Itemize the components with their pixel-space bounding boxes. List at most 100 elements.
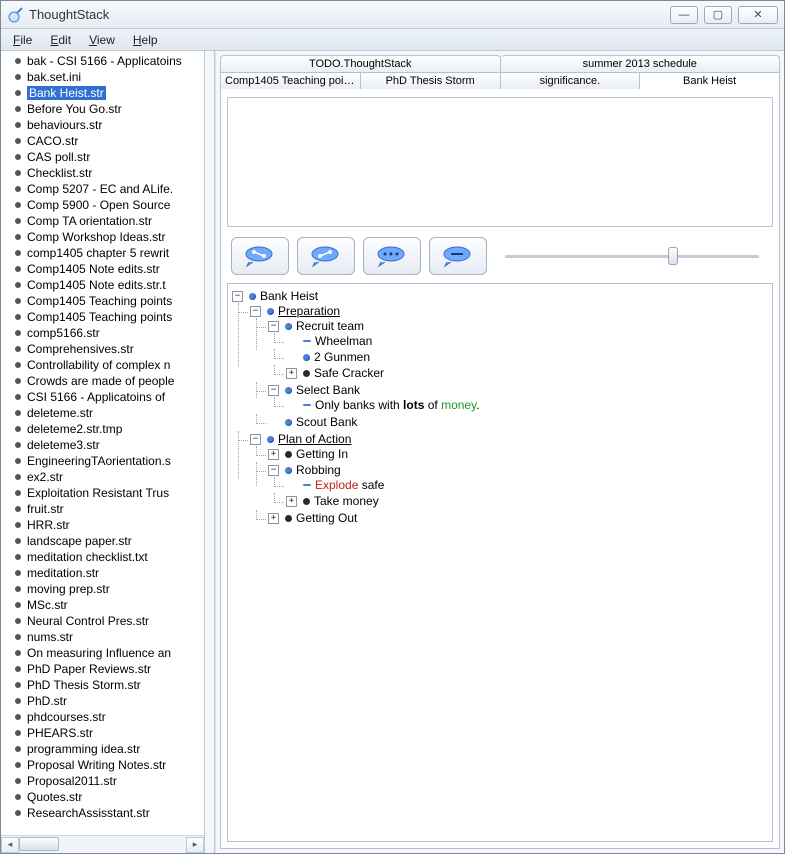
file-item[interactable]: nums.str xyxy=(5,629,204,645)
hscroll-thumb[interactable] xyxy=(19,837,59,851)
file-item[interactable]: deleteme3.str xyxy=(5,437,204,453)
file-item[interactable]: ResearchAssisstant.str xyxy=(5,805,204,821)
file-item[interactable]: Proposal Writing Notes.str xyxy=(5,757,204,773)
sidebar-hscroll[interactable]: ◂ ▸ xyxy=(1,835,204,853)
tab[interactable]: PhD Thesis Storm xyxy=(361,72,501,89)
more-button[interactable] xyxy=(363,237,421,275)
file-item[interactable]: Comprehensives.str xyxy=(5,341,204,357)
expander-icon[interactable]: − xyxy=(268,385,279,396)
file-item[interactable]: PHEARS.str xyxy=(5,725,204,741)
expander-icon[interactable]: − xyxy=(250,434,261,445)
expander-icon[interactable]: − xyxy=(268,465,279,476)
file-item[interactable]: CSI 5166 - Applicatoins of xyxy=(5,389,204,405)
file-item[interactable]: bak - CSI 5166 - Applicatoins xyxy=(5,53,204,69)
file-item[interactable]: deleteme.str xyxy=(5,405,204,421)
file-item[interactable]: meditation checklist.txt xyxy=(5,549,204,565)
file-item[interactable]: PhD Thesis Storm.str xyxy=(5,677,204,693)
file-item[interactable]: moving prep.str xyxy=(5,581,204,597)
file-item[interactable]: Proposal2011.str xyxy=(5,773,204,789)
file-item[interactable]: Comp TA orientation.str xyxy=(5,213,204,229)
tree-node[interactable]: Explode safe xyxy=(286,478,770,492)
tab[interactable]: Comp1405 Teaching points xyxy=(220,72,361,89)
tree-node[interactable]: Only banks with lots of money. xyxy=(286,398,770,412)
hscroll-track[interactable] xyxy=(19,837,186,853)
tree-node[interactable]: −Recruit team xyxy=(268,319,770,333)
menu-file[interactable]: File xyxy=(5,31,40,49)
add-sibling-button[interactable] xyxy=(297,237,355,275)
tree-node[interactable]: +Getting In xyxy=(268,447,770,461)
tab[interactable]: summer 2013 schedule xyxy=(501,55,781,72)
file-item[interactable]: fruit.str xyxy=(5,501,204,517)
maximize-button[interactable]: ▢ xyxy=(704,6,732,24)
file-item[interactable]: HRR.str xyxy=(5,517,204,533)
file-item[interactable]: Comp1405 Note edits.str.t xyxy=(5,277,204,293)
file-list[interactable]: bak - CSI 5166 - Applicatoinsbak.set.ini… xyxy=(1,51,204,835)
tree-node[interactable]: −Preparation xyxy=(250,304,770,318)
file-item[interactable]: Controllability of complex n xyxy=(5,357,204,373)
expander-icon[interactable]: + xyxy=(268,449,279,460)
file-item[interactable]: Comp 5207 - EC and ALife. xyxy=(5,181,204,197)
tree-node[interactable]: Scout Bank xyxy=(268,415,770,429)
slider-track[interactable] xyxy=(505,255,759,258)
file-item[interactable]: CAS poll.str xyxy=(5,149,204,165)
tree-view[interactable]: −Bank Heist−Preparation−Recruit teamWhee… xyxy=(227,283,773,842)
file-item[interactable]: PhD.str xyxy=(5,693,204,709)
file-item[interactable]: ex2.str xyxy=(5,469,204,485)
file-item[interactable]: landscape paper.str xyxy=(5,533,204,549)
file-item[interactable]: comp5166.str xyxy=(5,325,204,341)
collapse-button[interactable] xyxy=(429,237,487,275)
file-item[interactable]: Comp1405 Note edits.str xyxy=(5,261,204,277)
tree-node[interactable]: +Getting Out xyxy=(268,511,770,525)
expander-icon[interactable]: + xyxy=(268,513,279,524)
expander-icon[interactable]: + xyxy=(286,496,297,507)
splitter[interactable] xyxy=(205,51,215,853)
hscroll-right[interactable]: ▸ xyxy=(186,837,204,853)
tree-node[interactable]: −Plan of Action xyxy=(250,432,770,446)
file-item[interactable]: MSc.str xyxy=(5,597,204,613)
hscroll-left[interactable]: ◂ xyxy=(1,837,19,853)
file-item[interactable]: Bank Heist.str xyxy=(5,85,204,101)
file-item[interactable]: Checklist.str xyxy=(5,165,204,181)
file-item[interactable]: Comp1405 Teaching points xyxy=(5,293,204,309)
add-child-button[interactable] xyxy=(231,237,289,275)
file-item[interactable]: Crowds are made of people xyxy=(5,373,204,389)
file-item[interactable]: bak.set.ini xyxy=(5,69,204,85)
tree-node[interactable]: −Bank Heist xyxy=(232,289,770,303)
slider-thumb[interactable] xyxy=(668,247,678,265)
menu-view[interactable]: View xyxy=(81,31,123,49)
menu-help[interactable]: Help xyxy=(125,31,166,49)
file-item[interactable]: Comp Workshop Ideas.str xyxy=(5,229,204,245)
file-item[interactable]: CACO.str xyxy=(5,133,204,149)
file-item[interactable]: EngineeringTAorientation.s xyxy=(5,453,204,469)
tab[interactable]: TODO.ThoughtStack xyxy=(220,55,501,72)
file-item[interactable]: Comp 5900 - Open Source xyxy=(5,197,204,213)
file-item[interactable]: meditation.str xyxy=(5,565,204,581)
file-item[interactable]: Exploitation Resistant Trus xyxy=(5,485,204,501)
file-item[interactable]: Quotes.str xyxy=(5,789,204,805)
expander-icon[interactable]: − xyxy=(232,291,243,302)
file-item[interactable]: Before You Go.str xyxy=(5,101,204,117)
tree-node[interactable]: Wheelman xyxy=(286,334,770,348)
tab[interactable]: significance. xyxy=(501,72,641,89)
file-item[interactable]: comp1405 chapter 5 rewrit xyxy=(5,245,204,261)
tab[interactable]: Bank Heist xyxy=(640,72,780,89)
file-item[interactable]: behaviours.str xyxy=(5,117,204,133)
file-item[interactable]: On measuring Influence an xyxy=(5,645,204,661)
zoom-slider[interactable] xyxy=(505,246,759,266)
expander-icon[interactable]: + xyxy=(286,368,297,379)
menu-edit[interactable]: Edit xyxy=(42,31,79,49)
expander-icon[interactable]: − xyxy=(268,321,279,332)
tree-node[interactable]: +Take money xyxy=(286,494,770,508)
tree-node[interactable]: −Select Bank xyxy=(268,383,770,397)
file-item[interactable]: Comp1405 Teaching points xyxy=(5,309,204,325)
tree-node[interactable]: 2 Gunmen xyxy=(286,350,770,364)
file-item[interactable]: PhD Paper Reviews.str xyxy=(5,661,204,677)
minimize-button[interactable]: — xyxy=(670,6,698,24)
tree-node[interactable]: +Safe Cracker xyxy=(286,366,770,380)
tree-node[interactable]: −Robbing xyxy=(268,463,770,477)
file-item[interactable]: programming idea.str xyxy=(5,741,204,757)
close-button[interactable]: ✕ xyxy=(738,6,778,24)
file-item[interactable]: deleteme2.str.tmp xyxy=(5,421,204,437)
file-item[interactable]: phdcourses.str xyxy=(5,709,204,725)
expander-icon[interactable]: − xyxy=(250,306,261,317)
